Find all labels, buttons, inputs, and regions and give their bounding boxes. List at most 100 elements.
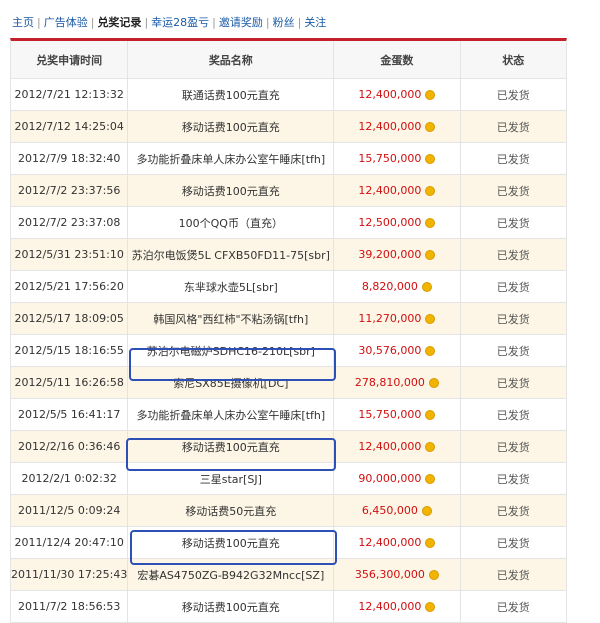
amount-value: 278,810,000 [354, 376, 425, 389]
amount-value: 8,820,000 [361, 280, 418, 293]
gold-egg-coin-icon [428, 377, 439, 388]
amount-value: 12,400,000 [358, 536, 422, 549]
gold-egg-coin-icon [425, 89, 436, 100]
cell-time: 2012/7/21 12:13:32 [11, 79, 129, 110]
nav-link-2[interactable]: 兑奖记录 [97, 14, 141, 30]
cell-time: 2012/5/21 17:56:20 [11, 271, 129, 302]
cell-time: 2012/2/16 0:36:46 [11, 431, 129, 462]
cell-amount: 356,300,000 [334, 559, 461, 590]
gold-egg-coin-icon [425, 121, 436, 132]
nav-separator: | [297, 15, 302, 29]
cell-status: 已发货 [496, 184, 530, 198]
cell-amount: 12,400,000 [334, 111, 461, 142]
table-row: 2012/2/16 0:36:46 移动话费100元直充 12,400,000 已发货 [11, 431, 566, 463]
cell-status: 已发货 [496, 376, 530, 390]
header-time: 兑奖申请时间 [11, 41, 129, 78]
cell-time: 2012/5/15 18:16:55 [11, 335, 129, 366]
amount-value: 12,400,000 [358, 440, 422, 453]
cell-amount: 15,750,000 [334, 399, 461, 430]
amount-value: 39,200,000 [358, 248, 422, 261]
cell-time: 2012/2/1 0:02:32 [11, 463, 129, 494]
table-row: 2011/12/4 20:47:10 移动话费100元直充 12,400,000 已发… [11, 527, 566, 559]
cell-amount: 30,576,000 [334, 335, 461, 366]
gold-egg-coin-icon [425, 249, 436, 260]
cell-time: 2012/5/11 16:26:58 [11, 367, 129, 398]
nav-link-5[interactable]: 粉丝 [273, 14, 295, 30]
nav-link-4[interactable]: 邀请奖励 [219, 14, 263, 30]
table-header-row: 兑奖申请时间 奖品名称 金蛋数 状态 [11, 41, 566, 79]
cell-status: 已发货 [496, 152, 530, 166]
cell-prize: 100个QQ币（直充） [128, 207, 335, 238]
table-row: 2012/5/11 16:26:58 索尼SX85E摄像机[DC] 278,810,… [11, 367, 566, 399]
cell-time: 2012/7/12 14:25:04 [11, 111, 129, 142]
gold-egg-coin-icon [425, 601, 436, 612]
cell-prize: 移动话费100元直充 [128, 111, 335, 142]
cell-prize: 三星star[SJ] [128, 463, 335, 494]
cell-amount: 278,810,000 [334, 367, 461, 398]
table-row: 2012/7/2 23:37:08 100个QQ币（直充） 12,500,000 已发… [11, 207, 566, 239]
gold-egg-coin-icon [421, 505, 432, 516]
amount-value: 15,750,000 [358, 408, 422, 421]
nav-separator: | [144, 15, 149, 29]
cell-prize: 多功能折叠床单人床办公室午睡床[tfh] [128, 143, 335, 174]
cell-status: 已发货 [496, 472, 530, 486]
gold-egg-coin-icon [428, 569, 439, 580]
cell-time: 2011/12/4 20:47:10 [11, 527, 129, 558]
cell-status: 已发货 [496, 248, 530, 262]
cell-time: 2012/7/2 23:37:08 [11, 207, 129, 238]
table-row: 2012/5/15 18:16:55 苏泊尔电磁炉SDHC16-210L[sbr]… [11, 335, 566, 367]
cell-time: 2011/12/5 0:09:24 [11, 495, 129, 526]
cell-prize: 移动话费100元直充 [128, 527, 335, 558]
nav-separator: | [265, 15, 270, 29]
cell-status: 已发货 [496, 344, 530, 358]
amount-value: 12,400,000 [358, 120, 422, 133]
amount-value: 6,450,000 [361, 504, 418, 517]
amount-value: 356,300,000 [354, 568, 425, 581]
amount-value: 30,576,000 [358, 344, 422, 357]
gold-egg-coin-icon [425, 313, 436, 324]
cell-status: 已发货 [496, 216, 530, 230]
cell-time: 2012/5/5 16:41:17 [11, 399, 129, 430]
cell-prize: 苏泊尔电磁炉SDHC16-210L[sbr] [128, 335, 335, 366]
cell-status: 已发货 [496, 408, 530, 422]
cell-amount: 8,820,000 [334, 271, 461, 302]
table-row: 2012/5/17 18:09:05 韩国风格"西红柿"不粘汤锅[tfh] 11,2… [11, 303, 566, 335]
amount-value: 12,400,000 [358, 88, 422, 101]
cell-status: 已发货 [496, 440, 530, 454]
gold-egg-coin-icon [425, 153, 436, 164]
table-row: 2012/5/5 16:41:17 多功能折叠床单人床办公室午睡床[tfh] 15,… [11, 399, 566, 431]
gold-egg-coin-icon [421, 281, 432, 292]
nav-link-6[interactable]: 关注 [304, 14, 326, 30]
table-row: 2012/7/21 12:13:32 联通话费100元直充 12,400,000 已发… [11, 79, 566, 111]
nav-link-3[interactable]: 幸运28盈亏 [151, 14, 209, 30]
nav-separator: | [212, 15, 216, 29]
amount-value: 12,400,000 [358, 600, 422, 613]
cell-amount: 12,400,000 [334, 175, 461, 206]
cell-prize: 苏泊尔电饭煲5L CFXB50FD11-75[sbr] [128, 239, 335, 270]
nav-separator: | [90, 15, 95, 29]
nav-separator: | [37, 15, 41, 29]
cell-amount: 12,400,000 [334, 431, 461, 462]
cell-time: 2012/5/31 23:51:10 [11, 239, 129, 270]
table-row: 2012/2/1 0:02:32 三星star[SJ] 90,000,000 已发货 [11, 463, 566, 495]
cell-amount: 12,500,000 [334, 207, 461, 238]
table-body: 2012/7/21 12:13:32 联通话费100元直充 12,400,000 已发… [11, 79, 566, 623]
cell-prize: 多功能折叠床单人床办公室午睡床[tfh] [128, 399, 335, 430]
cell-status: 已发货 [496, 88, 530, 102]
cell-amount: 90,000,000 [334, 463, 461, 494]
cell-prize: 索尼SX85E摄像机[DC] [128, 367, 335, 398]
top-nav: 主页 | 广告体验 | 兑奖记录 | 幸运28盈亏 | 邀请奖励 | 粉丝 | 关注 [12, 13, 326, 31]
cell-prize: 东芈球水壶5L[sbr] [128, 271, 335, 302]
nav-link-0[interactable]: 主页 [12, 14, 34, 30]
amount-value: 12,500,000 [358, 216, 422, 229]
cell-amount: 11,270,000 [334, 303, 461, 334]
nav-link-1[interactable]: 广告体验 [44, 14, 88, 30]
table-row: 2012/5/21 17:56:20 东芈球水壶5L[sbr] 8,820,000 已… [11, 271, 566, 303]
table-row: 2012/5/31 23:51:10 苏泊尔电饭煲5L CFXB50FD11-75… [11, 239, 566, 271]
cell-amount: 12,400,000 [334, 527, 461, 558]
header-status: 状态 [502, 53, 525, 67]
cell-status: 已发货 [496, 280, 530, 294]
table-row: 2011/12/5 0:09:24 移动话费50元直充 6,450,000 已发货 [11, 495, 566, 527]
amount-value: 12,400,000 [358, 184, 422, 197]
table-row: 2011/11/30 17:25:43 宏碁AS4750ZG-B942G32Mnc… [11, 559, 566, 591]
